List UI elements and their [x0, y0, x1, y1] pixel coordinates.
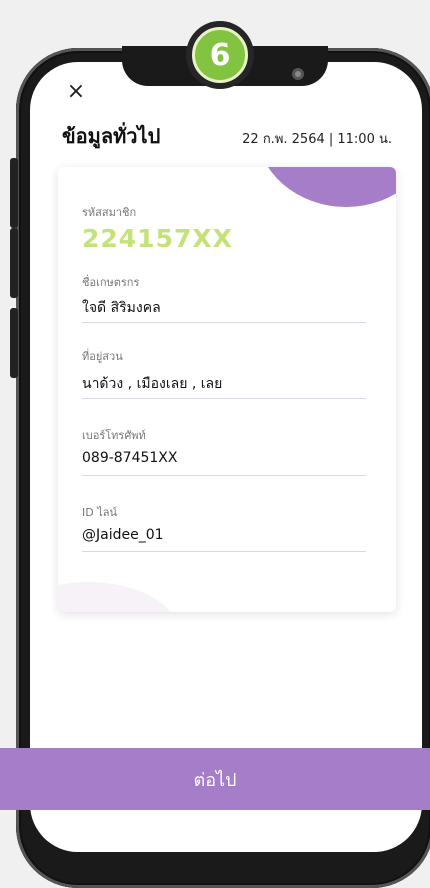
farmer-name-value: ใจดี สิริมงคล	[82, 300, 161, 316]
step-number: 6	[192, 27, 248, 83]
info-card: รหัสสมาชิก 224157XX ชื่อเกษตรกร ใจดี สิร…	[58, 167, 396, 612]
phone-label: เบอร์โทรศัพท์	[82, 429, 146, 442]
phone-side-button	[10, 158, 18, 228]
phone-side-button	[10, 308, 18, 378]
phone-side-button	[10, 228, 18, 298]
field-divider	[82, 475, 366, 476]
line-id-label: ID ไลน์	[82, 506, 118, 519]
datetime-text: 22 ก.พ. 2564 | 11:00 น.	[242, 132, 392, 147]
camera-icon	[292, 68, 304, 80]
card-decoration	[58, 582, 178, 612]
phone-value: 089-87451XX	[82, 450, 178, 466]
line-id-value: @Jaidee_01	[82, 527, 164, 543]
field-divider	[82, 551, 366, 552]
address-value: นาด้วง , เมืองเลย , เลย	[82, 376, 223, 392]
card-decoration	[256, 167, 396, 207]
address-label: ที่อยู่สวน	[82, 350, 123, 363]
farmer-name-label: ชื่อเกษตรกร	[82, 276, 140, 289]
field-divider	[82, 398, 366, 399]
close-icon[interactable]: ×	[66, 81, 86, 103]
page-title: ข้อมูลทั่วไป	[62, 124, 161, 148]
member-id-label: รหัสสมาชิก	[82, 206, 137, 219]
next-button[interactable]: ต่อไป	[0, 748, 430, 810]
member-id-value: 224157XX	[82, 224, 233, 253]
next-button-label: ต่อไป	[193, 769, 237, 791]
field-divider	[82, 322, 366, 323]
step-badge: 6	[186, 21, 254, 89]
